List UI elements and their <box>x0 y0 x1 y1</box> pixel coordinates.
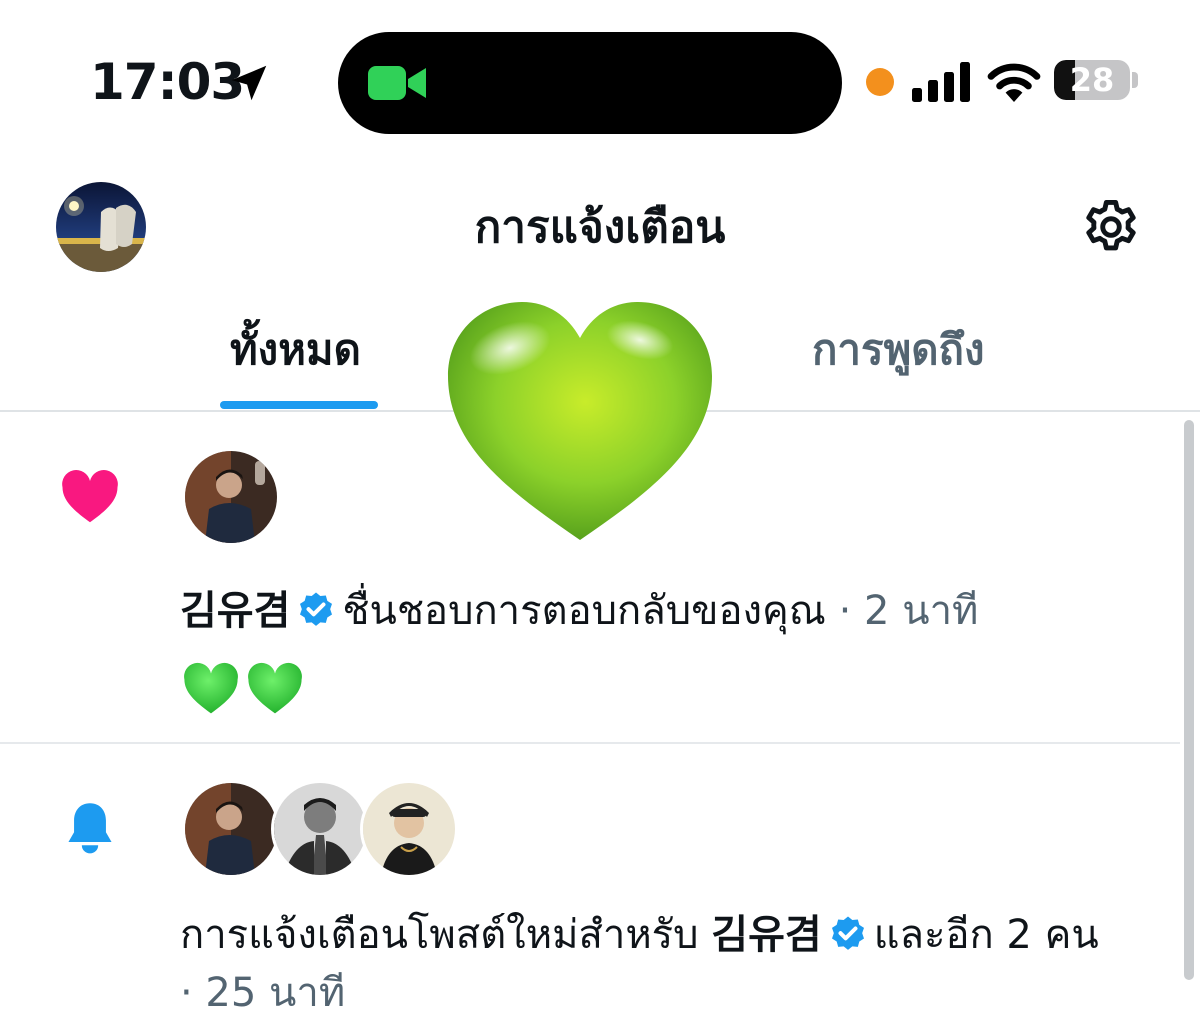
notification-time: · 2 นาที <box>838 588 979 634</box>
user-name[interactable]: 김유겸 <box>711 912 821 958</box>
location-arrow-icon <box>231 65 267 101</box>
cellular-signal-icon <box>912 62 970 102</box>
avatar[interactable] <box>271 780 369 878</box>
bell-icon <box>68 803 112 854</box>
page-title: การแจ้งเตือน <box>474 202 726 253</box>
green-heart-icon <box>248 662 302 714</box>
battery-percent: 28 <box>1069 61 1115 99</box>
gear-icon[interactable] <box>1080 196 1142 258</box>
verified-badge-icon <box>300 592 333 626</box>
user-name[interactable]: 김유겸 <box>180 588 290 634</box>
heart-icon <box>62 470 118 523</box>
green-heart-emoji-icon <box>448 302 712 540</box>
notification-text: 김유겸 ชื่นชอบการตอบกลับของคุณ · 2 นาที <box>180 582 978 640</box>
scrollbar[interactable] <box>1184 420 1194 980</box>
avatar[interactable] <box>182 448 280 546</box>
notification-suffix: และอีก 2 คน <box>873 912 1099 958</box>
avatar[interactable] <box>182 780 280 878</box>
notification-prefix: การแจ้งเตือนโพสต์ใหม่สำหรับ <box>180 912 699 958</box>
facetime-camera-icon <box>368 66 426 100</box>
avatar[interactable] <box>360 780 458 878</box>
tab-all[interactable]: ทั้งหมด <box>230 320 361 380</box>
wifi-icon <box>987 63 1041 102</box>
active-tab-indicator <box>220 401 378 409</box>
battery-indicator: 28 <box>1054 60 1130 100</box>
reply-preview[interactable]: 💚💚 <box>182 660 310 720</box>
status-time: 17:03 <box>90 53 245 111</box>
recording-indicator-dot <box>866 68 894 96</box>
notification-time: · 25 นาที <box>180 970 346 1016</box>
green-heart-icon <box>184 662 238 714</box>
verified-badge-icon <box>831 916 864 950</box>
notification-action: ชื่นชอบการตอบกลับของคุณ <box>342 588 826 634</box>
tab-mentions[interactable]: การพูดถึง <box>812 320 984 380</box>
notification-text: การแจ้งเตือนโพสต์ใหม่สำหรับ 김유겸 และอีก 2… <box>180 906 1099 964</box>
battery-cap <box>1132 72 1138 88</box>
profile-avatar[interactable] <box>56 182 146 272</box>
row-divider <box>0 742 1180 744</box>
